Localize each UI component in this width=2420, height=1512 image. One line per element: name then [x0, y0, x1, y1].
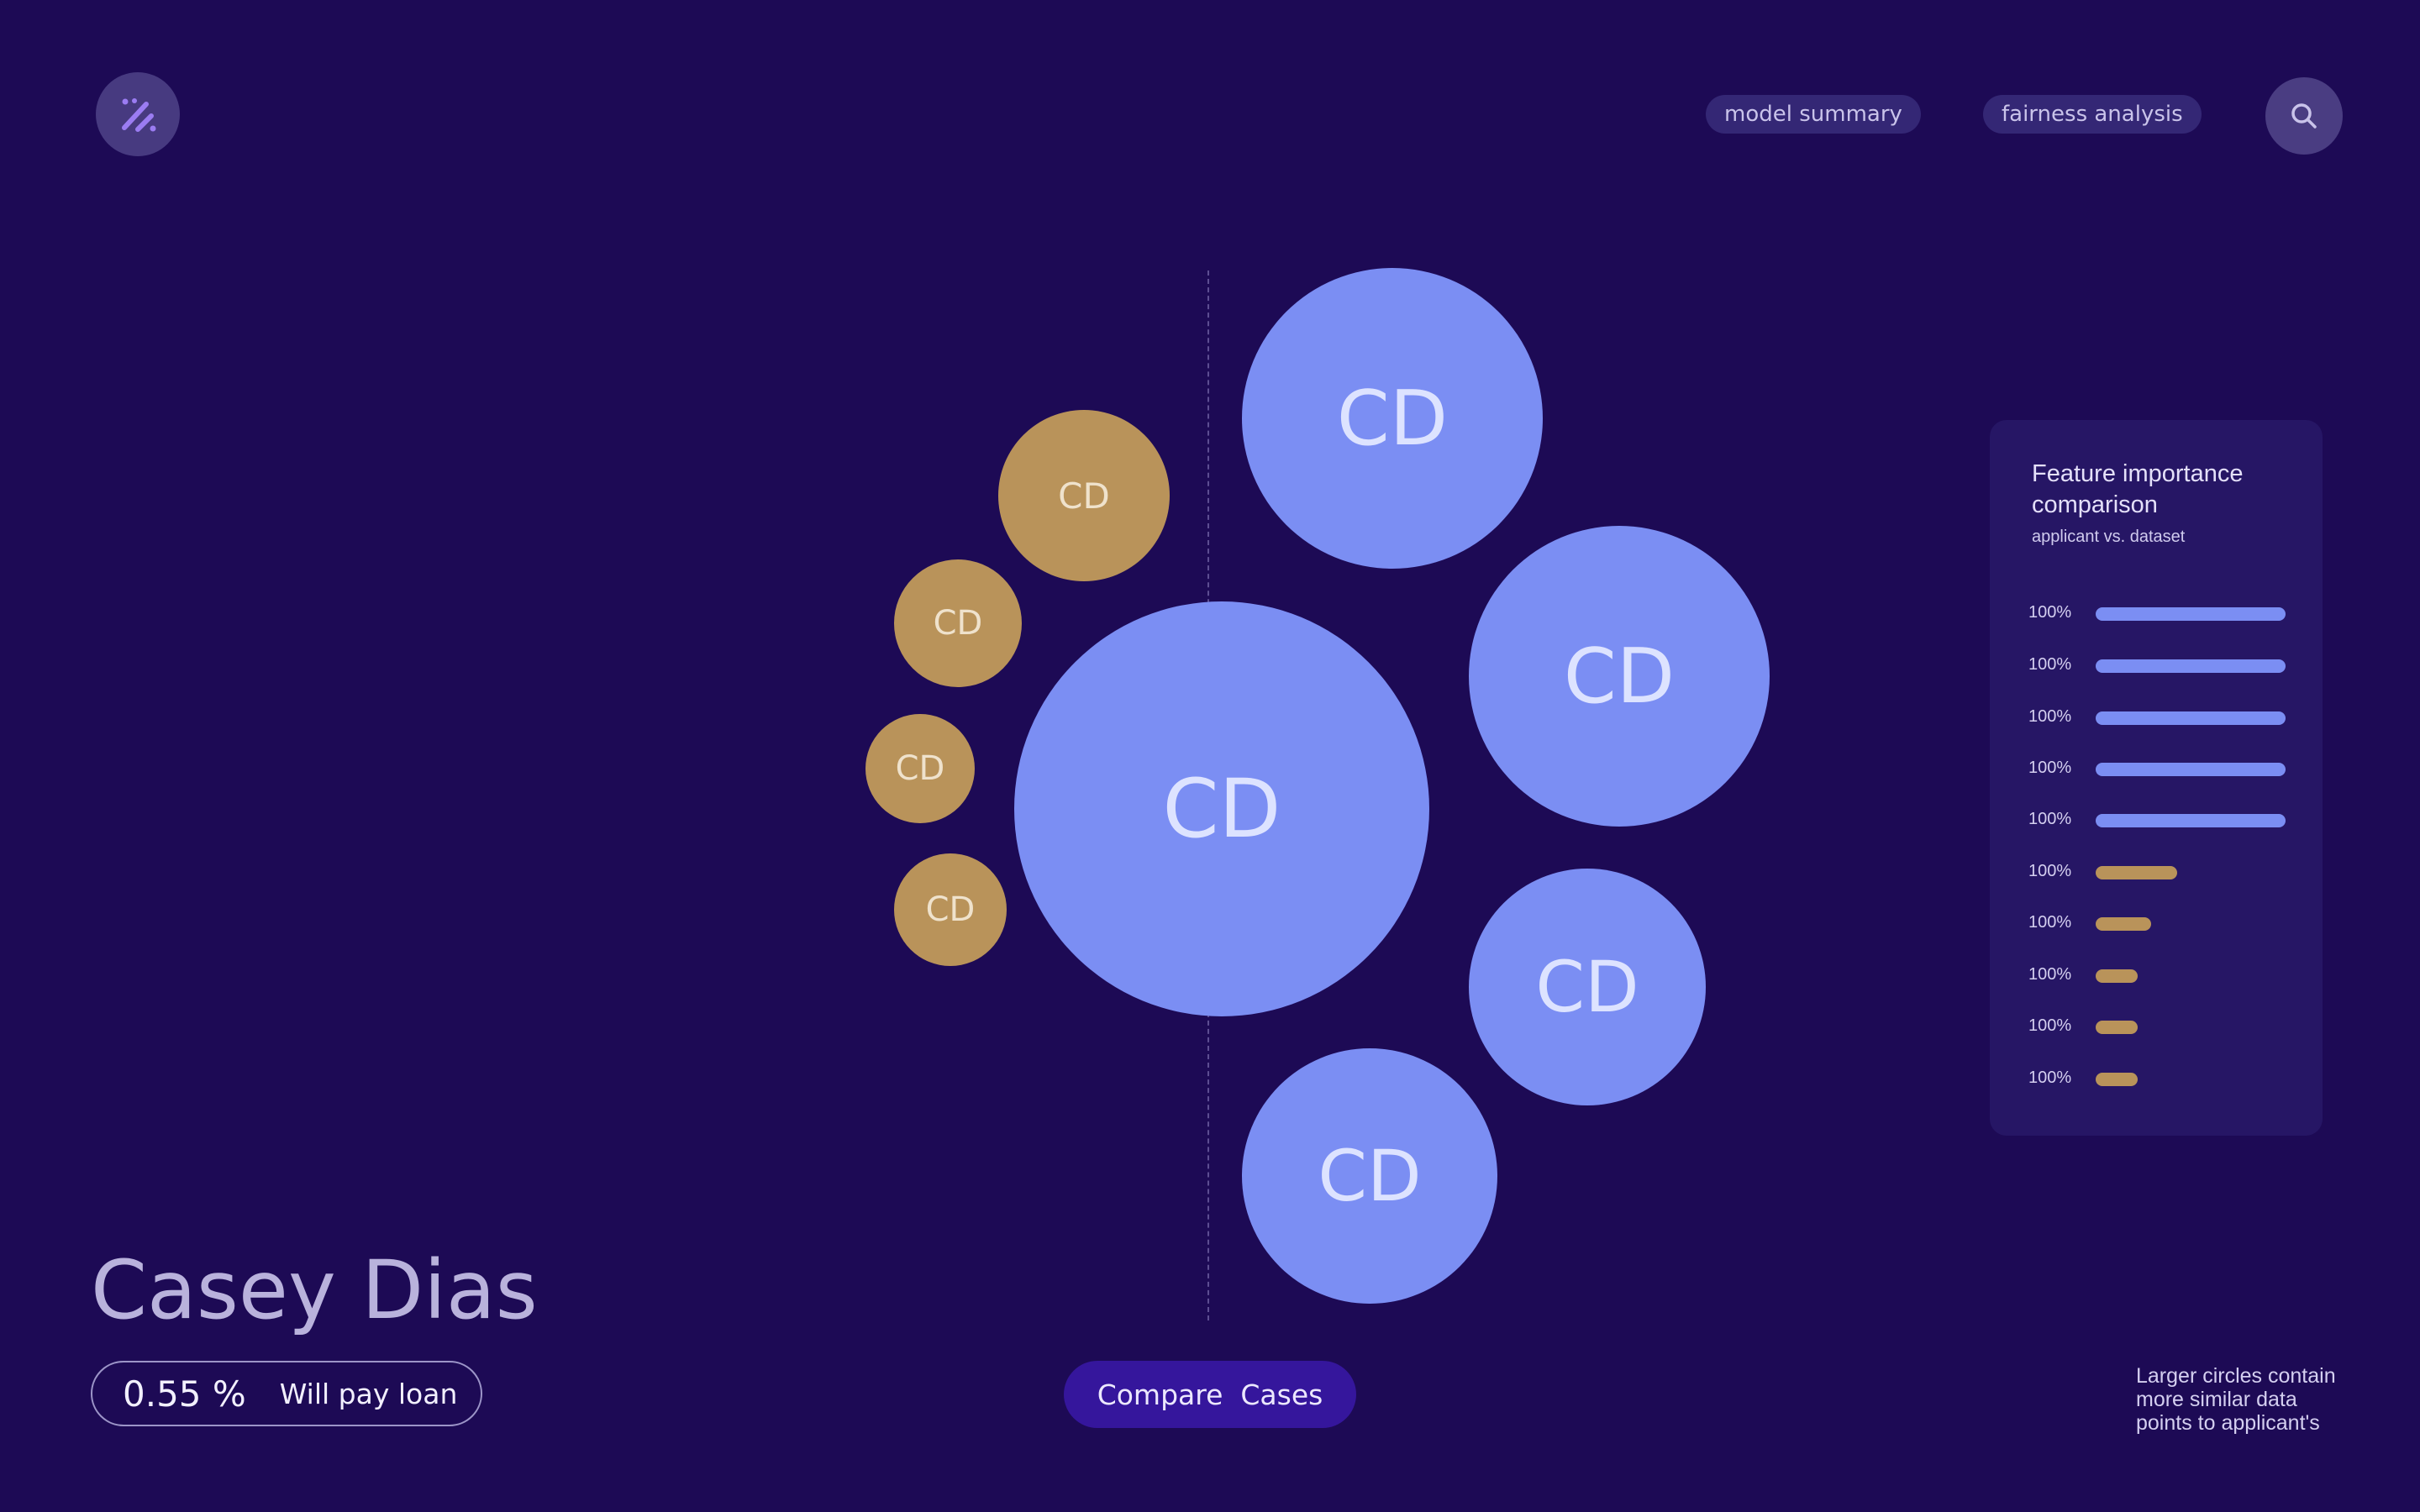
prediction-badge: 0.55 % Will pay loan — [91, 1361, 482, 1426]
dissimilar-case-bubble[interactable]: CD — [865, 714, 975, 823]
applicant-center-bubble[interactable]: CD — [1014, 601, 1429, 1016]
feature-percent-label: 100% — [2028, 707, 2072, 726]
prediction-label: Will pay loan — [279, 1377, 458, 1410]
app-logo[interactable] — [96, 72, 180, 156]
feature-importance-bar — [2096, 659, 2286, 673]
panel-subtitle: applicant vs. dataset — [2032, 528, 2186, 546]
percent-sparkle-icon — [122, 98, 156, 132]
feature-importance-bar — [2096, 1021, 2138, 1034]
feature-row: 100% — [2028, 962, 2306, 987]
feature-row: 100% — [2028, 600, 2306, 625]
feature-importance-bar — [2096, 969, 2138, 983]
similar-case-bubble[interactable]: CD — [1469, 869, 1706, 1105]
feature-row: 100% — [2028, 1013, 2306, 1038]
feature-percent-label: 100% — [2028, 759, 2072, 777]
feature-row: 100% — [2028, 806, 2306, 832]
feature-importance-bar — [2096, 763, 2286, 776]
feature-percent-label: 100% — [2028, 1068, 2072, 1087]
bubble-initials: CD — [1318, 1135, 1422, 1217]
bubble-initials: CD — [933, 604, 983, 643]
feature-percent-label: 100% — [2028, 862, 2072, 880]
legend-footnote: Larger circles contain more similar data… — [2136, 1364, 2336, 1435]
feature-importance-bar — [2096, 866, 2177, 879]
feature-percent-label: 100% — [2028, 1016, 2072, 1035]
similar-case-bubble[interactable]: CD — [1242, 1048, 1497, 1304]
prediction-probability: 0.55 % — [123, 1373, 246, 1415]
search-button[interactable] — [2265, 77, 2343, 155]
feature-importance-bar — [2096, 1073, 2138, 1086]
similar-case-bubble[interactable]: CD — [1242, 268, 1543, 569]
feature-row: 100% — [2028, 910, 2306, 935]
feature-percent-label: 100% — [2028, 655, 2072, 674]
feature-percent-label: 100% — [2028, 810, 2072, 828]
feature-row: 100% — [2028, 652, 2306, 677]
bubble-initials: CD — [1563, 632, 1676, 721]
applicant-name: Casey Dias — [91, 1243, 538, 1337]
dissimilar-case-bubble[interactable]: CD — [998, 410, 1170, 581]
dissimilar-case-bubble[interactable]: CD — [894, 559, 1022, 687]
feature-row: 100% — [2028, 704, 2306, 729]
feature-importance-bar — [2096, 814, 2286, 827]
feature-importance-bar — [2096, 711, 2286, 725]
feature-percent-label: 100% — [2028, 603, 2072, 622]
feature-importance-bar — [2096, 917, 2151, 931]
nav-fairness-analysis[interactable]: fairness analysis — [1983, 95, 2202, 134]
search-icon — [2291, 103, 2317, 129]
feature-percent-label: 100% — [2028, 913, 2072, 932]
feature-importance-panel: Feature importance comparison applicant … — [1990, 420, 2323, 1136]
panel-title: Feature importance comparison — [2032, 460, 2244, 518]
feature-percent-label: 100% — [2028, 965, 2072, 984]
feature-row: 100% — [2028, 858, 2306, 884]
bubble-initials: CD — [1535, 946, 1639, 1028]
feature-importance-bar — [2096, 607, 2286, 621]
bubble-initials: CD — [925, 890, 976, 929]
nav-model-summary[interactable]: model summary — [1706, 95, 1921, 134]
similar-case-bubble[interactable]: CD — [1469, 526, 1770, 827]
bubble-initials: CD — [895, 749, 945, 788]
feature-row: 100% — [2028, 755, 2306, 780]
feature-row: 100% — [2028, 1065, 2306, 1090]
bubble-initials: CD — [1162, 762, 1281, 856]
dissimilar-case-bubble[interactable]: CD — [894, 853, 1007, 966]
compare-cases-button[interactable]: Compare Cases — [1064, 1361, 1356, 1428]
bubble-initials: CD — [1058, 475, 1110, 517]
bubble-initials: CD — [1336, 374, 1449, 463]
